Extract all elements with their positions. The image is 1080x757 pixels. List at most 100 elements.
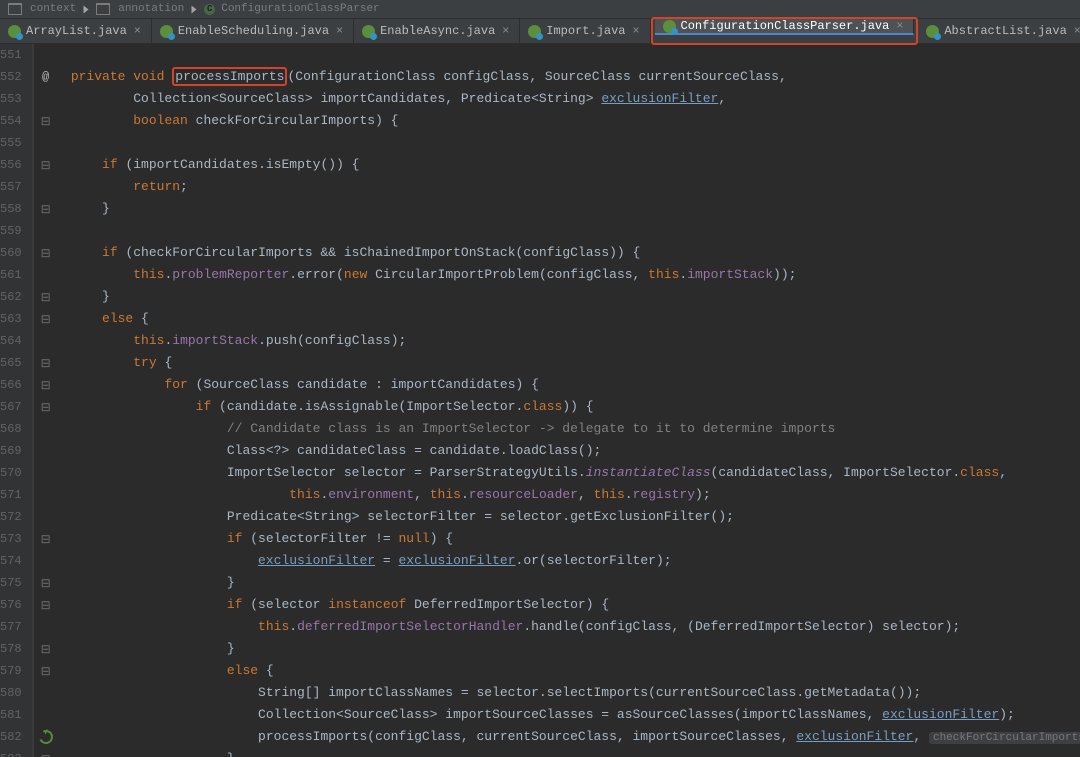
line-number[interactable]: 557 <box>0 176 22 198</box>
line-number[interactable]: 580 <box>0 682 22 704</box>
fold-toggle-icon[interactable]: ⊟ <box>41 290 51 305</box>
gutter-marker[interactable]: ⊟ <box>39 198 53 220</box>
code-line[interactable]: } <box>40 198 1080 220</box>
code-line[interactable]: if (importCandidates.isEmpty()) { <box>40 154 1080 176</box>
override-gutter-icon[interactable]: @ <box>42 70 49 84</box>
gutter-marker[interactable]: ⊟ <box>39 572 53 594</box>
line-number[interactable]: 563 <box>0 308 22 330</box>
breadcrumb-item[interactable]: context <box>30 3 76 15</box>
line-number[interactable]: 554 <box>0 110 22 132</box>
fold-toggle-icon[interactable]: ⊟ <box>41 642 51 657</box>
line-number[interactable]: 577 <box>0 616 22 638</box>
fold-toggle-icon[interactable]: ⊟ <box>41 378 51 393</box>
line-number[interactable]: 565 <box>0 352 22 374</box>
tab-enableasync-java[interactable]: EnableAsync.java× <box>354 19 520 43</box>
line-number[interactable]: 582 <box>0 726 22 748</box>
gutter-marker[interactable]: ⊟ <box>39 748 53 757</box>
gutter-marker[interactable]: @ <box>39 66 53 88</box>
line-number[interactable]: 556 <box>0 154 22 176</box>
code-line[interactable]: this.problemReporter.error(new CircularI… <box>40 264 1080 286</box>
fold-toggle-icon[interactable]: ⊟ <box>41 246 51 261</box>
fold-gutter[interactable]: @⊟⊟⊟⊟⊟⊟⊟⊟⊟⊟⊟⊟⊟⊟⊟ <box>33 44 34 757</box>
line-number[interactable]: 555 <box>0 132 22 154</box>
gutter-marker[interactable] <box>39 264 53 286</box>
fold-toggle-icon[interactable]: ⊟ <box>41 752 51 757</box>
gutter-marker[interactable]: ⊟ <box>39 528 53 550</box>
code-line[interactable]: processImports(configClass, currentSourc… <box>40 726 1080 748</box>
gutter-marker[interactable]: ⊟ <box>39 660 53 682</box>
recursive-call-icon[interactable] <box>37 728 55 746</box>
line-number[interactable]: 579 <box>0 660 22 682</box>
code-line[interactable]: } <box>40 572 1080 594</box>
line-number[interactable]: 581 <box>0 704 22 726</box>
code-line[interactable]: if (selectorFilter != null) { <box>40 528 1080 550</box>
code-line[interactable]: return; <box>40 176 1080 198</box>
line-number[interactable]: 576 <box>0 594 22 616</box>
gutter-marker[interactable]: ⊟ <box>39 242 53 264</box>
breadcrumb[interactable]: context annotation C ConfigurationClassP… <box>0 0 1080 19</box>
gutter-marker[interactable]: ⊟ <box>39 154 53 176</box>
gutter-marker[interactable]: ⊟ <box>39 286 53 308</box>
code-line[interactable]: Collection<SourceClass> importCandidates… <box>40 88 1080 110</box>
line-number[interactable]: 552 <box>0 66 22 88</box>
gutter-marker[interactable] <box>39 176 53 198</box>
code-line[interactable]: else { <box>40 660 1080 682</box>
code-line[interactable]: Predicate<String> selectorFilter = selec… <box>40 506 1080 528</box>
gutter-marker[interactable] <box>39 330 53 352</box>
fold-toggle-icon[interactable]: ⊟ <box>41 532 51 547</box>
line-number[interactable]: 572 <box>0 506 22 528</box>
code-line[interactable]: Class<?> candidateClass = candidate.load… <box>40 440 1080 462</box>
line-number[interactable]: 573 <box>0 528 22 550</box>
gutter-marker[interactable] <box>39 220 53 242</box>
code-line[interactable]: for (SourceClass candidate : importCandi… <box>40 374 1080 396</box>
gutter-marker[interactable] <box>39 462 53 484</box>
line-number[interactable]: 558 <box>0 198 22 220</box>
close-icon[interactable]: × <box>1072 24 1080 38</box>
close-icon[interactable]: × <box>132 24 143 38</box>
line-number[interactable]: 571 <box>0 484 22 506</box>
gutter-marker[interactable]: ⊟ <box>39 374 53 396</box>
code-line[interactable]: try { <box>40 352 1080 374</box>
line-number[interactable]: 570 <box>0 462 22 484</box>
code-line[interactable]: Collection<SourceClass> importSourceClas… <box>40 704 1080 726</box>
code-line[interactable]: if (checkForCircularImports && isChained… <box>40 242 1080 264</box>
code-line[interactable]: this.environment, this.resourceLoader, t… <box>40 484 1080 506</box>
code-line[interactable]: } <box>40 748 1080 757</box>
gutter-marker[interactable] <box>39 726 53 748</box>
code-area[interactable]: private void processImports(Configuratio… <box>34 44 1080 757</box>
gutter-marker[interactable] <box>39 440 53 462</box>
tab-configurationclassparser-java[interactable]: ConfigurationClassParser.java× <box>655 19 915 35</box>
fold-toggle-icon[interactable]: ⊟ <box>41 400 51 415</box>
close-icon[interactable]: × <box>631 24 642 38</box>
code-line[interactable]: String[] importClassNames = selector.sel… <box>40 682 1080 704</box>
code-line[interactable]: exclusionFilter = exclusionFilter.or(sel… <box>40 550 1080 572</box>
line-number[interactable]: 578 <box>0 638 22 660</box>
gutter-marker[interactable]: ⊟ <box>39 308 53 330</box>
gutter-marker[interactable]: ⊟ <box>39 352 53 374</box>
code-line[interactable]: this.importStack.push(configClass); <box>40 330 1080 352</box>
code-line[interactable]: } <box>40 286 1080 308</box>
gutter-marker[interactable] <box>39 484 53 506</box>
fold-toggle-icon[interactable]: ⊟ <box>41 598 51 613</box>
tab-enablescheduling-java[interactable]: EnableScheduling.java× <box>152 19 354 43</box>
line-number[interactable]: 575 <box>0 572 22 594</box>
code-line[interactable]: // Candidate class is an ImportSelector … <box>40 418 1080 440</box>
breadcrumb-item[interactable]: ConfigurationClassParser <box>221 3 379 15</box>
gutter-marker[interactable] <box>39 132 53 154</box>
code-line[interactable]: if (selector instanceof DeferredImportSe… <box>40 594 1080 616</box>
gutter-marker[interactable] <box>39 550 53 572</box>
gutter-marker[interactable] <box>39 682 53 704</box>
tab-arraylist-java[interactable]: ArrayList.java× <box>0 19 152 43</box>
fold-toggle-icon[interactable]: ⊟ <box>41 664 51 679</box>
code-line[interactable] <box>40 44 1080 66</box>
line-number[interactable]: 583 <box>0 748 22 757</box>
line-number-gutter[interactable]: 5515525535545555565575585595605615625635… <box>0 44 33 757</box>
fold-toggle-icon[interactable]: ⊟ <box>41 576 51 591</box>
code-line[interactable]: ImportSelector selector = ParserStrategy… <box>40 462 1080 484</box>
tab-import-java[interactable]: Import.java× <box>520 19 650 43</box>
fold-toggle-icon[interactable]: ⊟ <box>41 356 51 371</box>
code-line[interactable]: this.deferredImportSelectorHandler.handl… <box>40 616 1080 638</box>
code-line[interactable]: boolean checkForCircularImports) { <box>40 110 1080 132</box>
gutter-marker[interactable]: ⊟ <box>39 594 53 616</box>
code-line[interactable]: else { <box>40 308 1080 330</box>
